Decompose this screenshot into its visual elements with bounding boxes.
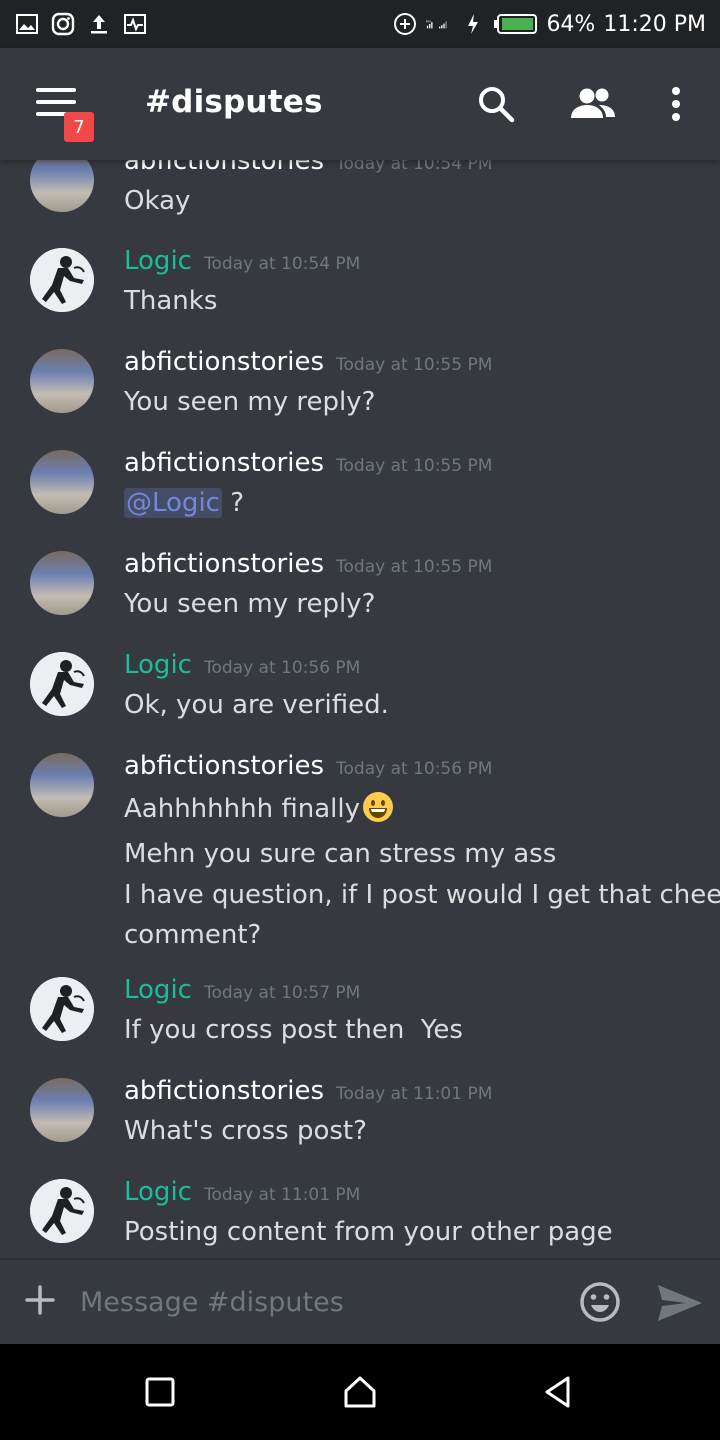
message-timestamp: Today at 10:57 PM (203, 983, 361, 1003)
avatar[interactable] (30, 349, 94, 413)
emoji-icon[interactable] (578, 1280, 622, 1324)
message-text: Okay (124, 186, 191, 216)
message-text: If you cross post then Yes (124, 1015, 463, 1045)
svg-text:H+: H+ (426, 20, 432, 24)
plus-icon[interactable] (24, 1284, 56, 1316)
message-list[interactable]: abfictionstories Today at 10:54 PM Okay … (0, 160, 720, 1258)
message-text: You seen my reply? (124, 589, 376, 619)
message-text: Aahhhhhhh finally (124, 791, 394, 824)
message-text: comment? (124, 920, 262, 950)
message-author[interactable]: abfictionstories (124, 1076, 324, 1106)
avatar[interactable] (30, 1078, 94, 1142)
instagram-icon (50, 11, 76, 37)
square-icon[interactable] (142, 1374, 178, 1410)
message-timestamp: Today at 10:56 PM (203, 658, 361, 678)
search-icon[interactable] (474, 82, 518, 126)
gallery-icon (14, 11, 40, 37)
message-text: Posting content from your other page (124, 1217, 613, 1247)
avatar[interactable] (30, 450, 94, 514)
battery-icon (494, 13, 538, 35)
message-timestamp: Today at 10:56 PM (336, 759, 493, 779)
message-text-suffix: ? (230, 488, 245, 518)
send-icon[interactable] (656, 1282, 704, 1324)
battery-level: 64% (546, 11, 596, 37)
signal-icon: H+ (426, 11, 452, 37)
message-author[interactable]: abfictionstories (124, 751, 324, 781)
members-icon[interactable] (568, 82, 618, 126)
message-author[interactable]: Logic (124, 975, 192, 1005)
message-timestamp: Today at 11:01 PM (203, 1185, 361, 1205)
notification-badge: 7 (64, 112, 94, 142)
message-text: You seen my reply? (124, 387, 376, 417)
message-author[interactable]: Logic (124, 246, 192, 276)
message-timestamp: Today at 10:55 PM (336, 456, 493, 476)
message-author[interactable]: abfictionstories (124, 549, 324, 579)
charging-icon (460, 11, 486, 37)
message-timestamp: Today at 10:55 PM (336, 355, 493, 375)
message-composer (0, 1258, 720, 1344)
message-timestamp: Today at 10:54 PM (203, 254, 361, 274)
data-saver-icon (392, 11, 418, 37)
avatar[interactable] (30, 248, 94, 312)
message-text: I have question, if I post would I get t… (124, 880, 720, 910)
smiley-emoji-icon (362, 791, 394, 823)
message-author[interactable]: Logic (124, 1177, 192, 1207)
status-bar: H+ 64% 11:20 PM (0, 0, 720, 48)
user-mention[interactable]: @Logic (124, 488, 222, 518)
avatar[interactable] (30, 753, 94, 817)
channel-title: #disputes (145, 84, 323, 120)
message-text: Mehn you sure can stress my ass (124, 839, 557, 869)
message-author[interactable]: abfictionstories (124, 347, 324, 377)
message-author[interactable]: Logic (124, 650, 192, 680)
avatar[interactable] (30, 652, 94, 716)
more-vertical-icon[interactable] (654, 82, 698, 126)
message-text: @Logic ? (124, 488, 244, 518)
avatar[interactable] (30, 977, 94, 1041)
channel-header: 7 #disputes (0, 48, 720, 160)
message-author[interactable]: abfictionstories (124, 448, 324, 478)
avatar[interactable] (30, 1179, 94, 1243)
message-timestamp: Today at 11:01 PM (336, 1084, 493, 1104)
message-timestamp: Today at 10:54 PM (336, 160, 493, 174)
message-timestamp: Today at 10:55 PM (336, 557, 493, 577)
avatar[interactable] (30, 551, 94, 615)
back-icon[interactable] (540, 1374, 576, 1410)
avatar[interactable] (30, 160, 94, 212)
message-text: Ok, you are verified. (124, 690, 389, 720)
message-input[interactable] (80, 1280, 550, 1324)
message-text: What's cross post? (124, 1116, 367, 1146)
clock: 11:20 PM (603, 11, 706, 37)
upload-icon (86, 11, 112, 37)
message-text: Thanks (124, 286, 218, 316)
system-nav-bar (0, 1344, 720, 1440)
message-author[interactable]: abfictionstories (124, 160, 324, 176)
activity-icon (122, 11, 148, 37)
message-text-content: Aahhhhhhh finally (124, 794, 360, 824)
home-icon[interactable] (342, 1374, 378, 1410)
